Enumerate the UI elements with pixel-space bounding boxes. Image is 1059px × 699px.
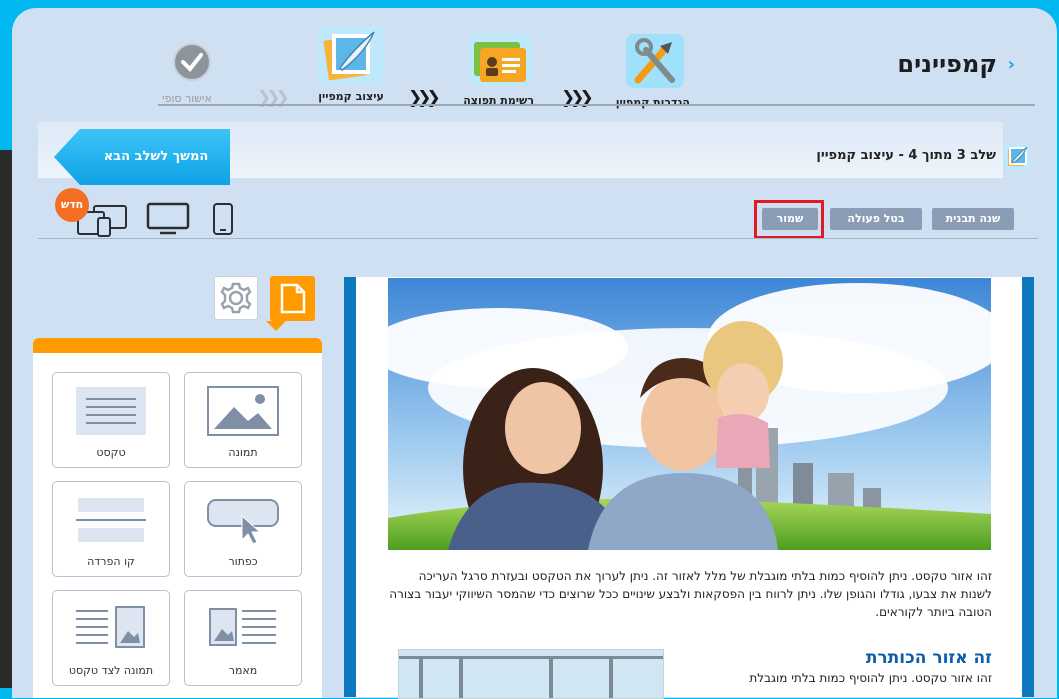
- page-title: קמפיינים: [897, 50, 997, 78]
- save-highlight-box: [754, 200, 824, 239]
- hero-image[interactable]: [388, 278, 991, 550]
- tool-label: תמונה לצד טקסט: [68, 664, 154, 677]
- article-icon: [209, 608, 276, 646]
- step-final-approval[interactable]: אישור סופי: [162, 40, 216, 105]
- settings-button[interactable]: [214, 276, 258, 320]
- contact-cards-icon: [468, 34, 532, 86]
- chevron-right-icon[interactable]: ›: [1008, 54, 1015, 75]
- content-blocks-button[interactable]: [270, 276, 315, 321]
- toolbar-divider: [38, 238, 1038, 239]
- tool-button[interactable]: כפתור: [184, 481, 302, 577]
- step-mailing-list[interactable]: רשימת תפוצה: [463, 32, 534, 107]
- design-feather-icon: [318, 26, 384, 84]
- tool-label: כפתור: [228, 555, 258, 568]
- section-heading[interactable]: זה אזור הכותרת: [700, 648, 992, 668]
- section-paragraph[interactable]: זהו אזור טקסט. ניתן להוסיף כמות בלתי מוג…: [690, 671, 992, 685]
- tool-label: מאמר: [228, 664, 258, 677]
- text-icon: [76, 387, 146, 435]
- secondary-image[interactable]: [398, 649, 664, 699]
- tool-image[interactable]: תמונה: [184, 372, 302, 468]
- document-icon: [280, 283, 306, 314]
- design-feather-icon: [1004, 144, 1030, 170]
- next-step-button[interactable]: המשך לשלב הבא: [54, 129, 230, 185]
- body-paragraph[interactable]: זהו אזור טקסט. ניתן להוסיף כמות בלתי מוג…: [388, 567, 992, 621]
- check-circle-icon: [173, 43, 211, 81]
- step-label: הגדרות קמפיין: [615, 96, 690, 109]
- step-design[interactable]: עיצוב קמפיין: [316, 24, 386, 103]
- steps-divider: [158, 104, 1035, 106]
- undo-button[interactable]: בטל פעולה: [830, 208, 922, 230]
- desktop-icon[interactable]: [146, 202, 190, 236]
- tool-image-beside-text[interactable]: תמונה לצד טקסט: [52, 590, 170, 686]
- change-template-button[interactable]: שנה תבנית: [932, 208, 1014, 230]
- tools-icon: [626, 34, 684, 88]
- tool-text[interactable]: טקסט: [52, 372, 170, 468]
- window-image: [399, 650, 663, 698]
- tool-divider[interactable]: קו הפרדה: [52, 481, 170, 577]
- step-campaign-settings[interactable]: הגדרות קמפיין: [615, 32, 690, 109]
- step-progress-text: שלב 3 מתוך 4 - עיצוב קמפיין: [816, 148, 996, 163]
- button-icon: [207, 499, 279, 545]
- image-beside-text-icon: [76, 606, 145, 648]
- tool-label: קו הפרדה: [87, 555, 135, 568]
- tool-article[interactable]: מאמר: [184, 590, 302, 686]
- background-strip: [0, 150, 12, 688]
- gear-icon: [220, 282, 252, 314]
- image-icon: [207, 386, 279, 436]
- tool-label: תמונה: [228, 446, 258, 459]
- active-tab-pointer: [266, 321, 286, 331]
- tool-label: טקסט: [96, 446, 126, 459]
- step-label: עיצוב קמפיין: [318, 90, 384, 103]
- next-step-label: המשך לשלב הבא: [103, 149, 209, 164]
- mobile-icon[interactable]: [212, 203, 234, 235]
- new-badge: חדש: [55, 188, 89, 222]
- divider-icon: [76, 498, 146, 542]
